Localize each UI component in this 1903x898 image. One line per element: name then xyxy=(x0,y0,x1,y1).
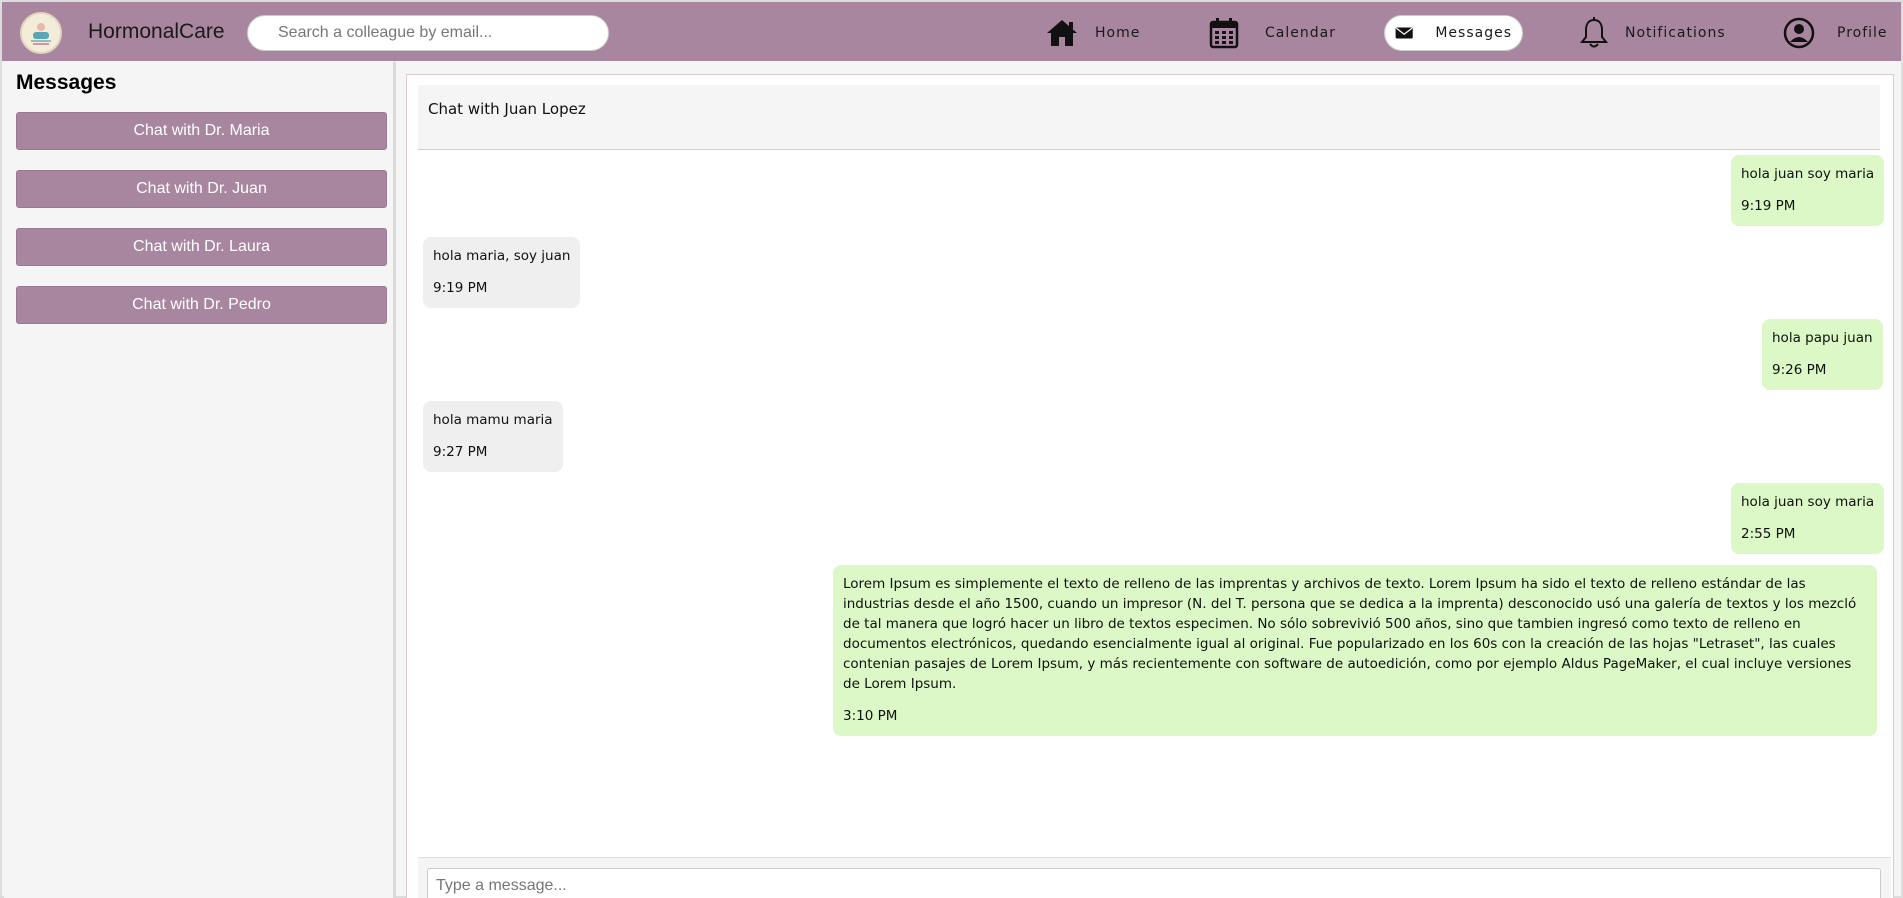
message-bubble-received: hola mamu maria 9:27 PM xyxy=(423,401,563,472)
message-input[interactable] xyxy=(427,868,1881,898)
nav-calendar[interactable]: Calendar xyxy=(1199,15,1346,51)
brand-name: HormonalCare xyxy=(88,20,225,43)
message-text: hola juan soy maria xyxy=(1741,166,1875,182)
chat-list-sidebar: Messages Chat with Dr. Maria Chat with D… xyxy=(4,62,396,898)
colleague-search-input[interactable] xyxy=(247,15,609,51)
message-bubble-sent: hola juan soy maria 9:19 PM xyxy=(1731,155,1885,226)
nav-notifications-label: Notifications xyxy=(1625,25,1726,41)
message-bubble-sent: hola papu juan 9:26 PM xyxy=(1762,319,1883,390)
nav-notifications[interactable]: Notifications xyxy=(1569,15,1736,51)
message-bubble-received: hola maria, soy juan 9:19 PM xyxy=(423,237,581,308)
nav-home[interactable]: Home xyxy=(1035,15,1150,51)
calendar-icon xyxy=(1209,18,1239,49)
user-circle-icon xyxy=(1783,17,1815,49)
chat-button-laura[interactable]: Chat with Dr. Laura xyxy=(16,228,387,266)
chat-panel: Chat with Juan Lopez hola juan soy maria… xyxy=(406,74,1894,898)
nav-messages[interactable]: Messages xyxy=(1384,15,1523,51)
chat-header: Chat with Juan Lopez xyxy=(418,85,1880,150)
chat-button-pedro[interactable]: Chat with Dr. Pedro xyxy=(16,286,387,324)
message-text: hola papu juan xyxy=(1772,330,1873,346)
bell-icon xyxy=(1579,17,1609,48)
message-bubble-sent: hola juan soy maria 2:55 PM xyxy=(1731,483,1885,554)
message-text: Lorem Ipsum es simplemente el texto de r… xyxy=(843,576,1857,692)
sidebar-title: Messages xyxy=(16,71,117,94)
message-bubble-sent: Lorem Ipsum es simplemente el texto de r… xyxy=(833,565,1877,736)
message-composer xyxy=(418,857,1891,898)
message-text: hola mamu maria xyxy=(433,412,553,428)
nav-messages-label: Messages xyxy=(1435,25,1512,41)
message-time: 3:10 PM xyxy=(843,708,898,724)
mail-icon xyxy=(1395,27,1413,39)
message-time: 9:19 PM xyxy=(1741,198,1796,214)
logo-icon xyxy=(24,16,58,50)
message-time: 9:26 PM xyxy=(1772,362,1827,378)
message-time: 2:55 PM xyxy=(1741,526,1796,542)
nav-calendar-label: Calendar xyxy=(1265,25,1336,41)
message-time: 9:19 PM xyxy=(433,280,488,296)
nav-home-label: Home xyxy=(1095,25,1141,41)
message-time: 9:27 PM xyxy=(433,444,488,460)
chat-title: Chat with Juan Lopez xyxy=(428,100,586,118)
top-navbar: HormonalCare Home Calendar Messages xyxy=(2,2,1901,61)
home-icon xyxy=(1047,20,1077,46)
chat-button-maria[interactable]: Chat with Dr. Maria xyxy=(16,112,387,150)
message-text: hola maria, soy juan xyxy=(433,248,571,264)
message-text: hola juan soy maria xyxy=(1741,494,1875,510)
chat-button-juan[interactable]: Chat with Dr. Juan xyxy=(16,170,387,208)
nav-profile[interactable]: Profile xyxy=(1773,15,1898,51)
nav-profile-label: Profile xyxy=(1837,25,1888,41)
logo[interactable] xyxy=(20,12,62,54)
